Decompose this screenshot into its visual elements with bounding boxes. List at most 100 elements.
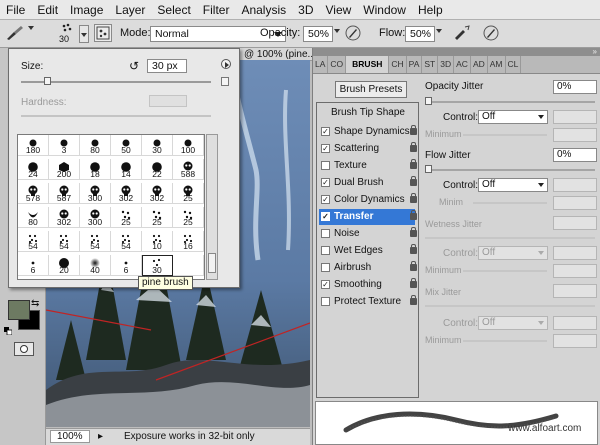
- lock-icon[interactable]: [410, 278, 417, 288]
- brush-preset-picker-button[interactable]: 30: [55, 23, 77, 45]
- brush-setting-noise[interactable]: Noise: [319, 226, 417, 242]
- tab-la[interactable]: LA: [313, 56, 329, 73]
- brush-setting-checkbox[interactable]: ✓: [321, 144, 330, 153]
- new-preset-icon[interactable]: [221, 77, 229, 86]
- brush-tip-cell[interactable]: 20: [49, 255, 80, 276]
- menu-help[interactable]: Help: [412, 0, 448, 20]
- menu-select[interactable]: Select: [151, 0, 195, 20]
- flow-slider-arrow-icon[interactable]: [436, 29, 442, 33]
- tab-brush[interactable]: BRUSH: [346, 56, 390, 73]
- brush-tip-cell[interactable]: 200: [49, 159, 80, 180]
- zoom-field[interactable]: 100%: [50, 430, 90, 443]
- opacity-jitter-input[interactable]: 0%: [553, 80, 597, 94]
- lock-icon[interactable]: [410, 261, 417, 271]
- lock-icon[interactable]: [410, 227, 417, 237]
- flow-jitter-thumb[interactable]: [425, 165, 432, 173]
- brush-setting-checkbox[interactable]: ✓: [321, 195, 330, 204]
- brush-tip-cell[interactable]: 54: [80, 231, 111, 252]
- toggle-brush-panel-button[interactable]: [94, 24, 112, 42]
- tab-pa[interactable]: PA: [407, 56, 423, 73]
- brush-tip-cell[interactable]: 30: [142, 255, 173, 276]
- menu-window[interactable]: Window: [357, 0, 411, 20]
- quick-mask-button[interactable]: [14, 342, 34, 356]
- brush-tip-cell[interactable]: 302: [142, 183, 173, 204]
- opacity-control-dropdown[interactable]: Off: [478, 110, 548, 124]
- brush-tip-cell[interactable]: 180: [18, 135, 49, 156]
- brush-setting-dual-brush[interactable]: ✓ Dual Brush: [319, 175, 417, 191]
- lock-icon[interactable]: [410, 295, 417, 305]
- brush-setting-scattering[interactable]: ✓ Scattering: [319, 141, 417, 157]
- lock-icon[interactable]: [410, 125, 417, 135]
- brush-setting-airbrush[interactable]: Airbrush: [319, 260, 417, 276]
- tab-cl[interactable]: CL: [506, 56, 522, 73]
- brush-setting-color-dynamics[interactable]: ✓ Color Dynamics: [319, 192, 417, 208]
- tab-am[interactable]: AM: [488, 56, 506, 73]
- brush-tip-cell[interactable]: 302: [49, 207, 80, 228]
- brush-picker-toggle[interactable]: [79, 25, 89, 43]
- brush-tip-cell[interactable]: 300: [80, 183, 111, 204]
- flow-jitter-input[interactable]: 0%: [553, 148, 597, 162]
- brush-tip-cell[interactable]: 54: [111, 231, 142, 252]
- lock-icon[interactable]: [410, 142, 417, 152]
- opacity-jitter-slider[interactable]: [425, 101, 595, 103]
- brush-tip-cell[interactable]: 302: [111, 183, 142, 204]
- brush-setting-texture[interactable]: Texture: [319, 158, 417, 174]
- brush-setting-checkbox[interactable]: ✓: [321, 280, 330, 289]
- brush-setting-protect-texture[interactable]: Protect Texture: [319, 294, 417, 310]
- brush-tip-cell[interactable]: 3: [49, 135, 80, 156]
- lock-icon[interactable]: [410, 159, 417, 169]
- brush-setting-checkbox[interactable]: ✓: [321, 178, 330, 187]
- brush-tip-cell[interactable]: 14: [111, 159, 142, 180]
- brush-presets-button[interactable]: Brush Presets: [335, 81, 407, 98]
- default-colors-icon[interactable]: [4, 326, 13, 336]
- brush-setting-checkbox[interactable]: ✓: [321, 212, 330, 221]
- brush-tip-cell[interactable]: 300: [80, 207, 111, 228]
- brush-tip-shape-item[interactable]: Brush Tip Shape: [331, 107, 405, 118]
- opacity-input[interactable]: 50%: [303, 26, 333, 42]
- tab-3d[interactable]: 3D: [438, 56, 455, 73]
- brush-tip-cell[interactable]: 30: [142, 135, 173, 156]
- size-slider-thumb[interactable]: [43, 77, 51, 85]
- menu-view[interactable]: View: [319, 0, 356, 20]
- menu-image[interactable]: Image: [64, 0, 108, 20]
- grid-scrollbar[interactable]: [206, 134, 218, 280]
- tab-ch[interactable]: CH: [389, 56, 407, 73]
- brush-tip-cell[interactable]: 6: [111, 255, 142, 276]
- lock-icon[interactable]: [410, 176, 417, 186]
- brush-setting-shape-dynamics[interactable]: ✓ Shape Dynamics: [319, 124, 417, 140]
- brush-tip-cell[interactable]: [173, 255, 204, 276]
- lock-icon[interactable]: [410, 210, 417, 220]
- airbrush-button[interactable]: [452, 24, 472, 42]
- brush-setting-checkbox[interactable]: [321, 229, 330, 238]
- brush-tip-cell[interactable]: 40: [80, 255, 111, 276]
- panel-title-strip[interactable]: »: [313, 48, 600, 56]
- menu-3d[interactable]: 3D: [292, 0, 318, 20]
- brush-tip-cell[interactable]: 6: [18, 255, 49, 276]
- grid-scrollbar-thumb[interactable]: [208, 253, 216, 273]
- tablet-opacity-pressure-button[interactable]: [344, 24, 362, 42]
- menu-edit[interactable]: Edit: [31, 0, 63, 20]
- menu-file[interactable]: File: [0, 0, 30, 20]
- tab-st[interactable]: ST: [422, 56, 439, 73]
- brush-tip-cell[interactable]: 578: [18, 183, 49, 204]
- brush-tip-cell[interactable]: 25: [142, 207, 173, 228]
- flow-control-dropdown[interactable]: Off: [478, 178, 548, 192]
- tab-ac[interactable]: AC: [454, 56, 471, 73]
- brush-setting-checkbox[interactable]: [321, 263, 330, 272]
- brush-tip-cell[interactable]: 100: [173, 135, 204, 156]
- opacity-jitter-thumb[interactable]: [425, 97, 432, 105]
- brush-setting-checkbox[interactable]: ✓: [321, 127, 330, 136]
- tab-ad[interactable]: AD: [471, 56, 488, 73]
- brush-tip-cell[interactable]: 50: [111, 135, 142, 156]
- brush-tip-cell[interactable]: 54: [18, 231, 49, 252]
- brush-setting-checkbox[interactable]: [321, 246, 330, 255]
- reset-size-icon[interactable]: ↺: [129, 59, 139, 73]
- lock-icon[interactable]: [410, 244, 417, 254]
- brush-tip-cell[interactable]: 22: [142, 159, 173, 180]
- size-input[interactable]: 30 px: [147, 59, 187, 73]
- flow-input[interactable]: 50%: [405, 26, 435, 42]
- brush-tip-cell[interactable]: 24: [18, 159, 49, 180]
- brush-tip-cell[interactable]: 10: [142, 231, 173, 252]
- menu-layer[interactable]: Layer: [109, 0, 150, 20]
- brush-tip-cell[interactable]: 16: [173, 231, 204, 252]
